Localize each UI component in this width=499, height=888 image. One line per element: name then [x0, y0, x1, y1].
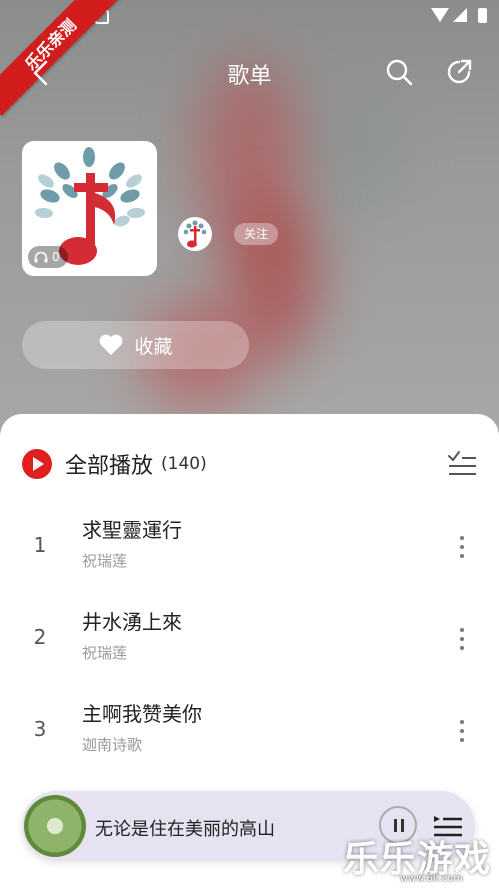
- now-playing-title: 无论是住在美丽的高山: [95, 819, 275, 840]
- wifi-icon: [431, 8, 449, 22]
- top-bar: 歌单: [0, 50, 499, 96]
- more-options-icon[interactable]: [459, 720, 465, 742]
- song-artist: 迦南诗歌: [82, 736, 143, 754]
- album-art-disc: [24, 795, 86, 857]
- play-all-button[interactable]: 全部播放 (140): [22, 448, 207, 480]
- song-index: 1: [33, 533, 47, 557]
- song-index: 3: [33, 717, 47, 741]
- song-title: 主啊我赞美你: [82, 702, 202, 726]
- collect-button[interactable]: 收藏: [22, 321, 249, 369]
- more-options-icon[interactable]: [459, 628, 465, 650]
- signal-icon: [453, 8, 467, 22]
- play-count-badge: 0: [28, 246, 68, 268]
- song-row[interactable]: 1 求聖靈運行 祝瑞莲: [0, 506, 499, 586]
- headphones-icon: [34, 251, 48, 263]
- creator-avatar[interactable]: [178, 217, 212, 251]
- heart-icon: [100, 334, 123, 355]
- search-icon[interactable]: [385, 58, 413, 86]
- play-icon: [22, 449, 52, 479]
- song-title: 求聖靈運行: [82, 518, 182, 542]
- multi-select-icon[interactable]: [447, 450, 477, 476]
- song-artist: 祝瑞莲: [82, 644, 128, 662]
- follow-button[interactable]: 关注: [234, 223, 279, 245]
- battery-icon: [478, 8, 487, 23]
- song-artist: 祝瑞莲: [82, 552, 128, 570]
- play-count-value: 0: [52, 250, 60, 264]
- creator-logo-image: [183, 220, 207, 248]
- play-all-label: 全部播放: [65, 454, 154, 479]
- share-icon[interactable]: [445, 58, 473, 86]
- playlist-cover[interactable]: 0: [22, 141, 157, 276]
- song-title: 井水湧上來: [82, 610, 182, 634]
- collect-label: 收藏: [134, 335, 173, 358]
- song-count: (140): [161, 454, 207, 474]
- watermark-url: www.6ll.com: [399, 873, 463, 884]
- page-title: 歌单: [227, 64, 272, 89]
- song-row[interactable]: 3 主啊我赞美你 迦南诗歌: [0, 690, 499, 770]
- song-row[interactable]: 2 井水湧上來 祝瑞莲: [0, 598, 499, 678]
- more-options-icon[interactable]: [459, 536, 465, 558]
- song-index: 2: [33, 625, 47, 649]
